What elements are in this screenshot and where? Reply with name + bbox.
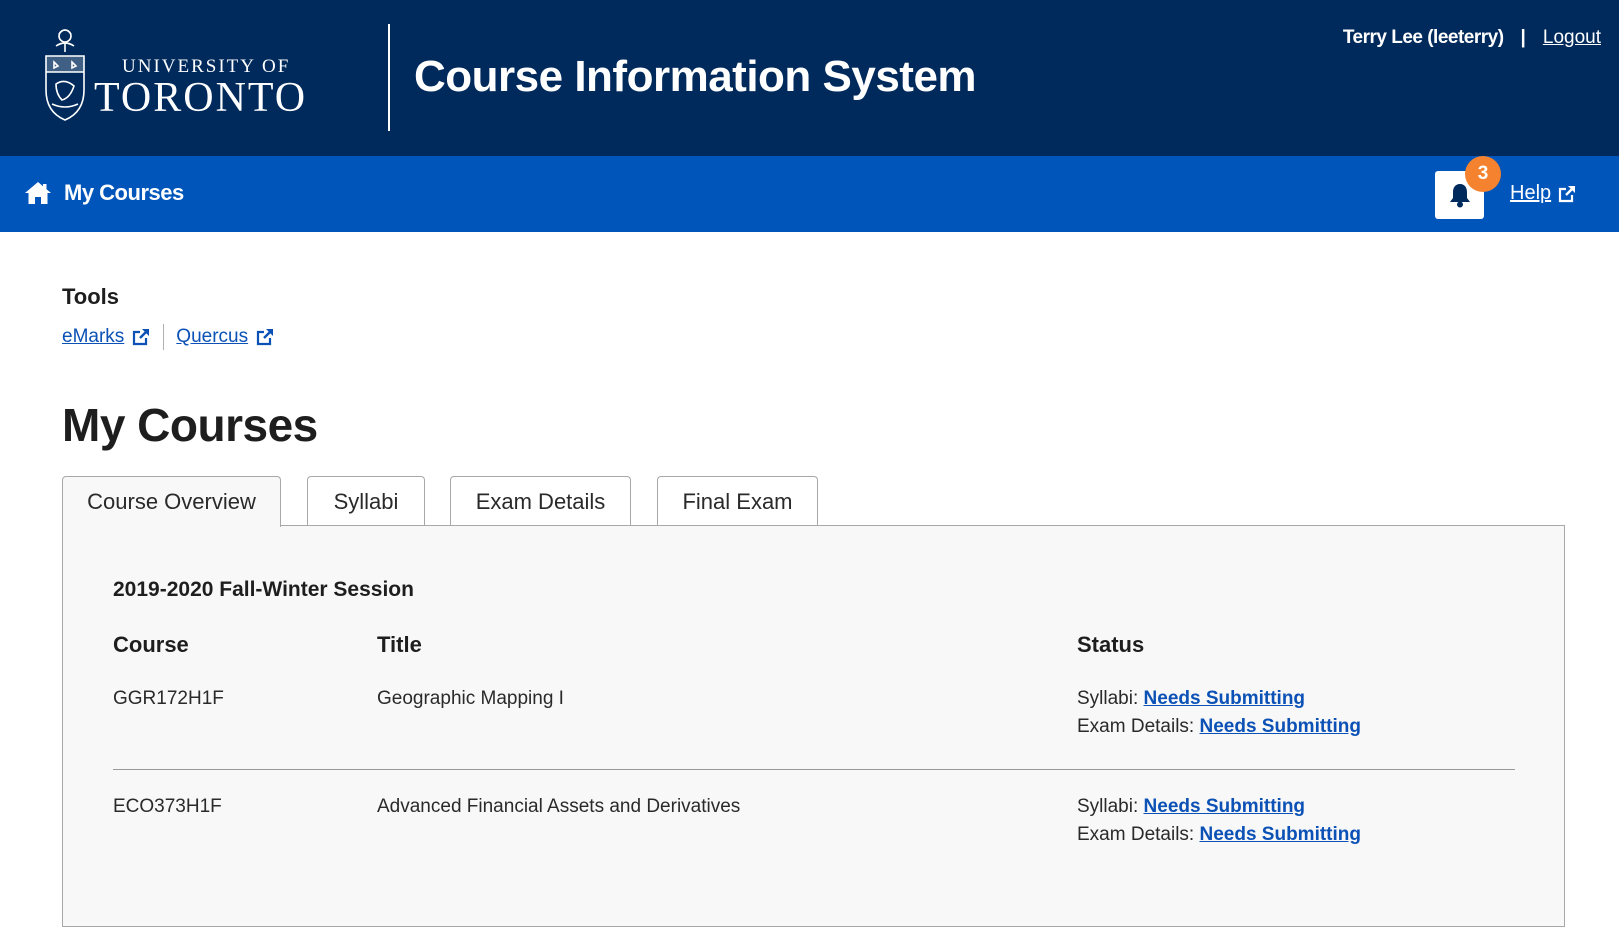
syllabi-status-label: Syllabi:: [1077, 796, 1139, 817]
exam-details-status-label: Exam Details:: [1077, 716, 1195, 737]
external-link-icon: [133, 329, 150, 346]
tab-exam-details[interactable]: Exam Details: [450, 476, 631, 526]
exam-details-status-link[interactable]: Needs Submitting: [1199, 716, 1361, 737]
syllabi-status-link[interactable]: Needs Submitting: [1144, 796, 1306, 817]
tools-separator: [163, 324, 165, 350]
exam-details-status: Exam Details: Needs Submitting: [1077, 716, 1361, 738]
external-link-icon: [257, 329, 274, 346]
course-overview-panel: 2019-2020 Fall-Winter Session Course Tit…: [62, 525, 1565, 927]
course-code: GGR172H1F: [113, 688, 224, 709]
help-link[interactable]: Help: [1510, 182, 1577, 205]
exam-details-status: Exam Details: Needs Submitting: [1077, 824, 1361, 846]
user-area: Terry Lee (leeterry) | Logout: [1343, 27, 1601, 49]
tab-final-exam[interactable]: Final Exam: [657, 476, 818, 526]
tools-heading: Tools: [62, 284, 120, 309]
my-courses-nav-label: My Courses: [64, 180, 184, 205]
syllabi-status-label: Syllabi:: [1077, 688, 1139, 709]
notification-count-badge: 3: [1465, 156, 1501, 192]
home-icon: [25, 182, 51, 204]
help-label: Help: [1510, 182, 1552, 204]
tab-course-overview[interactable]: Course Overview: [62, 476, 281, 527]
row-divider: [113, 769, 1515, 770]
bell-icon: [1449, 184, 1470, 208]
logout-link[interactable]: Logout: [1543, 27, 1601, 49]
logo-wordmark-main: TORONTO: [94, 75, 308, 121]
external-link-icon: [1559, 185, 1576, 202]
user-name: Terry Lee (leeterry): [1342, 27, 1504, 48]
syllabi-status: Syllabi: Needs Submitting: [1077, 796, 1305, 818]
course-title: Geographic Mapping I: [377, 688, 564, 709]
my-courses-nav-link[interactable]: My Courses: [24, 180, 184, 206]
emarks-link[interactable]: eMarks: [62, 326, 151, 348]
quercus-label: Quercus: [176, 326, 249, 347]
app-title: Course Information System: [414, 52, 977, 101]
university-logo[interactable]: UNIVERSITY OF TORONTO: [42, 24, 332, 126]
course-code: ECO373H1F: [113, 796, 222, 817]
column-header-course: Course: [113, 632, 189, 657]
syllabi-status-link[interactable]: Needs Submitting: [1144, 688, 1306, 709]
page-title: My Courses: [62, 399, 318, 451]
exam-details-status-label: Exam Details:: [1077, 824, 1195, 845]
site-header: UNIVERSITY OF TORONTO Course Information…: [0, 0, 1619, 156]
syllabi-status: Syllabi: Needs Submitting: [1077, 688, 1305, 710]
nav-bar: My Courses 3 Help: [0, 156, 1619, 232]
user-separator: |: [1520, 27, 1526, 48]
exam-details-status-link[interactable]: Needs Submitting: [1199, 824, 1361, 845]
course-title: Advanced Financial Assets and Derivative…: [377, 796, 741, 817]
column-header-title: Title: [377, 632, 422, 657]
crest-icon: [45, 29, 85, 121]
tab-syllabi[interactable]: Syllabi: [307, 476, 425, 526]
session-heading: 2019-2020 Fall-Winter Session: [113, 578, 414, 601]
header-divider: [388, 24, 390, 131]
tools-links: eMarks Quercus: [62, 324, 275, 350]
column-header-status: Status: [1077, 632, 1145, 657]
emarks-label: eMarks: [62, 326, 125, 347]
quercus-link[interactable]: Quercus: [176, 326, 275, 348]
